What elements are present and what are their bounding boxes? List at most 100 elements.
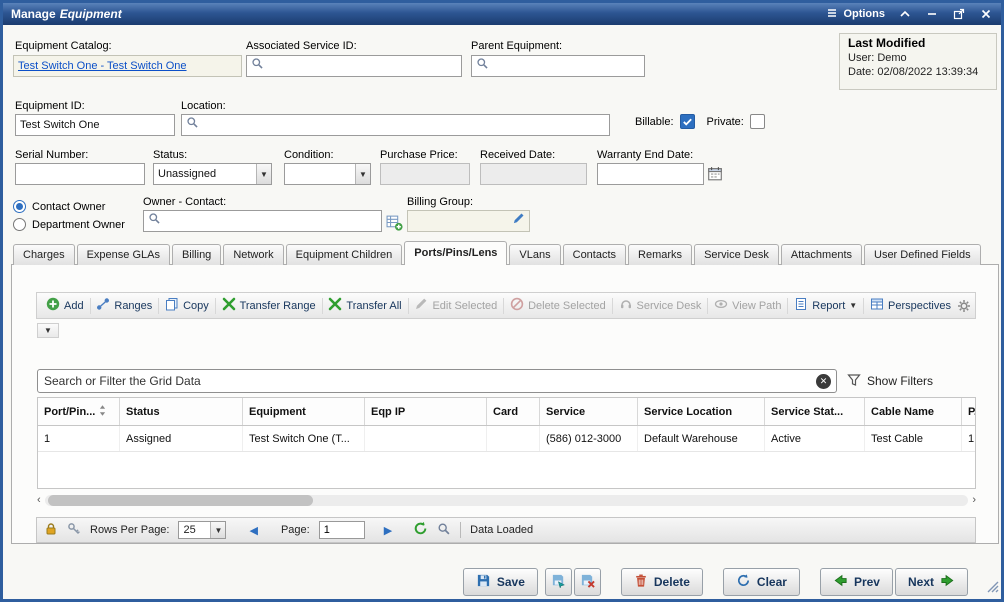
column-header-cable-name[interactable]: Cable Name bbox=[865, 398, 962, 425]
column-header-equipment[interactable]: Equipment bbox=[243, 398, 365, 425]
warranty-end-date-input[interactable] bbox=[602, 168, 699, 180]
last-modified-date: Date: 02/08/2022 13:39:34 bbox=[848, 66, 988, 78]
associated-service-id-field bbox=[246, 55, 462, 77]
cell-service-status: Active bbox=[765, 426, 865, 451]
location-input[interactable] bbox=[203, 119, 605, 131]
collapse-button[interactable] bbox=[898, 7, 912, 21]
edit-pencil-icon bbox=[414, 297, 428, 314]
column-header-status[interactable]: Status bbox=[120, 398, 243, 425]
save-button[interactable]: Save bbox=[463, 568, 538, 596]
tab-equipment-children[interactable]: Equipment Children bbox=[286, 244, 403, 265]
chevron-down-icon: ▼ bbox=[355, 164, 370, 184]
ranges-button[interactable]: Ranges bbox=[91, 294, 157, 317]
rows-per-page-select[interactable]: 25 ▼ bbox=[178, 521, 226, 539]
add-button[interactable]: Add bbox=[41, 294, 89, 317]
scroll-right-arrow[interactable]: › bbox=[972, 493, 976, 508]
transfer-range-button[interactable]: Transfer Range bbox=[217, 294, 321, 317]
serial-number-field bbox=[15, 163, 145, 185]
save-and-new-button[interactable] bbox=[545, 568, 572, 596]
contact-owner-radio[interactable] bbox=[13, 200, 26, 213]
parent-equipment-input[interactable] bbox=[493, 60, 640, 72]
scroll-left-arrow[interactable]: ‹ bbox=[37, 493, 41, 508]
page-next-button[interactable]: ▶ bbox=[384, 524, 392, 537]
owner-contact-input[interactable] bbox=[165, 215, 377, 227]
scrollbar-thumb[interactable] bbox=[48, 495, 313, 506]
popout-button[interactable] bbox=[952, 7, 966, 21]
prev-button[interactable]: Prev bbox=[820, 568, 893, 596]
tab-ports-pins-lens[interactable]: Ports/Pins/Lens bbox=[404, 241, 507, 265]
options-button[interactable]: Options bbox=[826, 7, 885, 22]
tab-service-desk[interactable]: Service Desk bbox=[694, 244, 779, 265]
view-path-button[interactable]: View Path bbox=[709, 294, 786, 317]
lock-icon[interactable] bbox=[44, 522, 58, 539]
condition-select[interactable]: ▼ bbox=[284, 163, 371, 185]
view-path-button-label: View Path bbox=[732, 300, 781, 312]
scrollbar-track[interactable] bbox=[45, 495, 969, 506]
report-button[interactable]: Report ▼ bbox=[789, 294, 862, 317]
show-filters-button[interactable]: Show Filters bbox=[847, 373, 933, 390]
tab-charges[interactable]: Charges bbox=[13, 244, 75, 265]
next-button[interactable]: Next bbox=[895, 568, 968, 596]
page-input[interactable] bbox=[324, 524, 364, 536]
billable-checkbox[interactable] bbox=[680, 114, 695, 129]
tab-remarks[interactable]: Remarks bbox=[628, 244, 692, 265]
serial-number-input[interactable] bbox=[20, 168, 140, 180]
view-path-eye-icon bbox=[714, 297, 728, 314]
tab-expense-glas[interactable]: Expense GLAs bbox=[77, 244, 170, 265]
column-header-service-location[interactable]: Service Location bbox=[638, 398, 765, 425]
pencil-icon[interactable] bbox=[512, 212, 525, 230]
options-menu-icon bbox=[826, 7, 838, 22]
add-contact-grid-icon[interactable] bbox=[386, 214, 403, 236]
tab-billing[interactable]: Billing bbox=[172, 244, 221, 265]
tab-network[interactable]: Network bbox=[223, 244, 283, 265]
horizontal-scrollbar: ‹ › bbox=[37, 493, 976, 508]
footer-search-icon[interactable] bbox=[437, 522, 451, 539]
cell-equipment: Test Switch One (T... bbox=[243, 426, 365, 451]
table-row[interactable]: 1 Assigned Test Switch One (T... (586) 0… bbox=[38, 426, 975, 452]
refresh-icon[interactable] bbox=[413, 521, 428, 539]
resize-grip[interactable] bbox=[986, 580, 999, 598]
transfer-all-button-label: Transfer All bbox=[346, 300, 401, 312]
tab-contacts[interactable]: Contacts bbox=[563, 244, 626, 265]
column-header-eqp-ip[interactable]: Eqp IP bbox=[365, 398, 487, 425]
equipment-catalog-link[interactable]: Test Switch One - Test Switch One bbox=[18, 60, 187, 72]
toolbar-separator bbox=[215, 298, 216, 314]
grid-settings-gear-icon[interactable] bbox=[957, 299, 971, 313]
private-checkbox[interactable] bbox=[750, 114, 765, 129]
service-desk-button[interactable]: Service Desk bbox=[614, 294, 707, 317]
tab-user-defined-fields[interactable]: User Defined Fields bbox=[864, 244, 981, 265]
equipment-id-input[interactable] bbox=[20, 119, 170, 131]
toolbar-separator bbox=[787, 298, 788, 314]
search-input[interactable] bbox=[44, 374, 810, 388]
cell-service-location: Default Warehouse bbox=[638, 426, 765, 451]
close-button[interactable] bbox=[979, 7, 993, 21]
calendar-icon[interactable] bbox=[707, 165, 723, 187]
transfer-all-button[interactable]: Transfer All bbox=[323, 294, 406, 317]
column-header-p[interactable]: P... bbox=[962, 398, 975, 425]
key-icon[interactable] bbox=[67, 522, 81, 539]
delete-button[interactable]: Delete bbox=[621, 568, 703, 596]
column-header-service-status[interactable]: Service Stat... bbox=[765, 398, 865, 425]
column-header-port-pin[interactable]: Port/Pin... bbox=[38, 398, 120, 425]
save-and-close-button[interactable] bbox=[574, 568, 601, 596]
tab-vlans[interactable]: VLans bbox=[509, 244, 560, 265]
copy-button[interactable]: Copy bbox=[160, 294, 214, 317]
contact-owner-label: Contact Owner bbox=[32, 201, 105, 213]
toolbar-overflow-button[interactable]: ▼ bbox=[37, 323, 59, 338]
grid-search-row: ✕ Show Filters bbox=[37, 369, 977, 393]
sort-icon[interactable] bbox=[99, 404, 106, 420]
column-header-service[interactable]: Service bbox=[540, 398, 638, 425]
minimize-button[interactable] bbox=[925, 7, 939, 21]
window-title-emphasis: Equipment bbox=[60, 7, 122, 21]
status-select[interactable]: Unassigned ▼ bbox=[153, 163, 272, 185]
tab-attachments[interactable]: Attachments bbox=[781, 244, 862, 265]
edit-selected-button[interactable]: Edit Selected bbox=[409, 294, 502, 317]
delete-selected-button[interactable]: Delete Selected bbox=[505, 294, 611, 317]
department-owner-radio[interactable] bbox=[13, 218, 26, 231]
associated-service-id-input[interactable] bbox=[268, 60, 457, 72]
column-header-card[interactable]: Card bbox=[487, 398, 540, 425]
perspectives-button[interactable]: Perspectives bbox=[865, 294, 956, 317]
page-prev-button[interactable]: ◀ bbox=[249, 524, 257, 537]
clear-search-icon[interactable]: ✕ bbox=[816, 374, 831, 389]
clear-button[interactable]: Clear bbox=[723, 568, 800, 596]
